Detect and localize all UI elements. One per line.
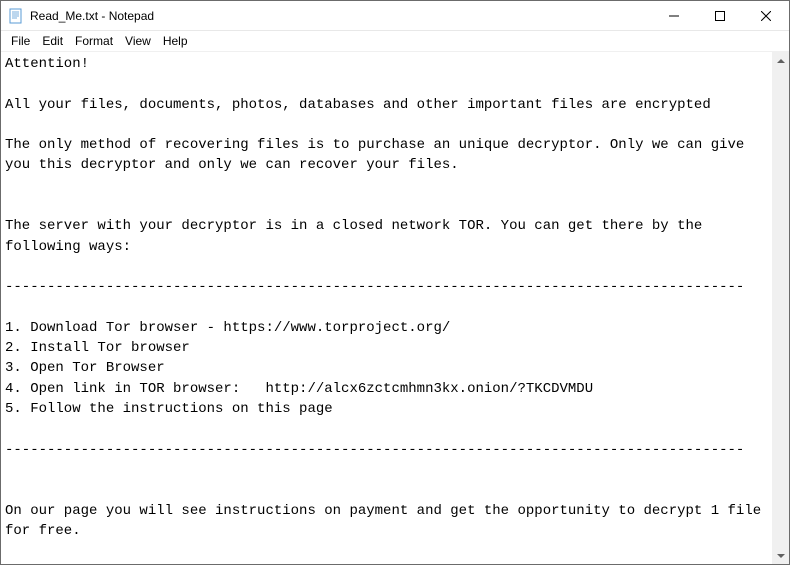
- close-button[interactable]: [743, 1, 789, 30]
- vertical-scrollbar[interactable]: [772, 52, 789, 564]
- menu-format[interactable]: Format: [69, 33, 119, 49]
- maximize-icon: [715, 11, 725, 21]
- text-editor[interactable]: Attention! All your files, documents, ph…: [1, 52, 772, 564]
- menu-view[interactable]: View: [119, 33, 157, 49]
- menu-file[interactable]: File: [5, 33, 36, 49]
- chevron-up-icon: [777, 59, 785, 63]
- close-icon: [761, 11, 771, 21]
- maximize-button[interactable]: [697, 1, 743, 30]
- editor-area: Attention! All your files, documents, ph…: [1, 51, 789, 564]
- notepad-icon: [8, 8, 24, 24]
- minimize-button[interactable]: [651, 1, 697, 30]
- scroll-track[interactable]: [773, 69, 789, 547]
- window-controls: [651, 1, 789, 30]
- window-title: Read_Me.txt - Notepad: [30, 9, 651, 23]
- scroll-up-button[interactable]: [773, 52, 789, 69]
- menu-edit[interactable]: Edit: [36, 33, 69, 49]
- scroll-down-button[interactable]: [773, 547, 789, 564]
- notepad-window: Read_Me.txt - Notepad File Edit: [0, 0, 790, 565]
- chevron-down-icon: [777, 554, 785, 558]
- menubar: File Edit Format View Help: [1, 31, 789, 51]
- titlebar[interactable]: Read_Me.txt - Notepad: [1, 1, 789, 31]
- menu-help[interactable]: Help: [157, 33, 194, 49]
- minimize-icon: [669, 11, 679, 21]
